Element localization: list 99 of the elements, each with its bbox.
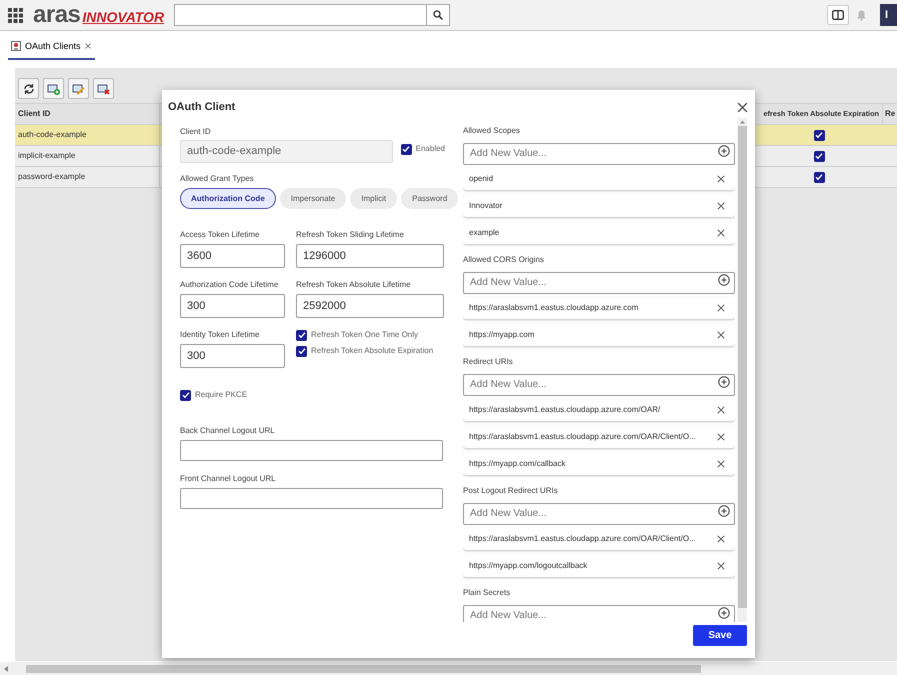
remove-icon[interactable]	[717, 460, 725, 468]
edit-button[interactable]	[68, 78, 89, 99]
scrollbar-thumb[interactable]	[738, 126, 746, 608]
edit-item-icon	[72, 82, 86, 96]
checkbox[interactable]	[296, 330, 307, 340]
field-label: Client ID	[180, 126, 212, 138]
delete-item-icon	[96, 82, 110, 96]
field-label: Refresh Token Absolute Lifetime	[296, 279, 412, 291]
value-text: https://araslabsvm1.eastus.cloudapp.azure.com/OAR/Client/O...	[469, 431, 697, 443]
value-text: Innovator	[469, 200, 504, 212]
remove-icon[interactable]	[717, 175, 725, 183]
section-label: Redirect URIs	[463, 356, 514, 368]
remove-icon[interactable]	[717, 433, 725, 441]
new-button[interactable]	[43, 78, 64, 99]
tab[interactable]: OAuth Clients	[8, 40, 95, 60]
checkbox-label: Refresh Token Absolute Expiration	[311, 345, 434, 357]
value-text: https://araslabsvm1.eastus.cloudapp.azure.com/OAR/	[469, 404, 662, 416]
section-label: Plain Secrets	[463, 587, 512, 599]
add-icon[interactable]	[718, 376, 730, 388]
apps-grid-icon[interactable]	[8, 8, 23, 22]
table-cell: password-example	[15, 167, 160, 187]
grant-type-chip[interactable]: Impersonate	[280, 188, 346, 209]
value-text: https://myapp.com/callback	[469, 458, 566, 470]
add-icon[interactable]	[718, 145, 730, 157]
logo-text: aras	[33, 3, 80, 27]
logo-product-text: INNOVATOR	[82, 10, 164, 24]
remove-icon[interactable]	[717, 406, 725, 414]
section-label: Post Logout Redirect URIs	[463, 485, 559, 497]
add-value-field[interactable]: Add New Value...	[463, 604, 735, 622]
value-text: openid	[469, 173, 494, 185]
field-label: Back Channel Logout URL	[180, 425, 276, 437]
field-label: Refresh Token Sliding Lifetime	[296, 229, 405, 241]
checkbox-label: Refresh Token One Time Only	[311, 329, 418, 341]
field-label: Authorization Code Lifetime	[180, 279, 280, 291]
checkbox-label: Require PKCE	[195, 389, 248, 401]
add-icon[interactable]	[718, 505, 730, 517]
section-label: Allowed CORS Origins	[463, 254, 545, 266]
search-button[interactable]	[427, 4, 450, 26]
split-panel-icon	[832, 10, 844, 20]
grant-type-chip[interactable]: Password	[401, 188, 458, 209]
split-view-button[interactable]	[827, 5, 849, 25]
item-type-icon	[11, 41, 21, 52]
value-text: https://araslabsvm1.eastus.cloudapp.azure.com/OAR/Client/O...	[469, 533, 697, 545]
table-cell: auth-code-example	[15, 125, 160, 145]
value-text: example	[469, 227, 500, 239]
search-field[interactable]	[174, 4, 428, 26]
number-field[interactable]: 300	[180, 294, 285, 318]
remove-icon[interactable]	[717, 562, 725, 570]
checkbox[interactable]	[296, 346, 307, 356]
add-value-field[interactable]: Add New Value...	[463, 142, 735, 164]
remove-icon[interactable]	[717, 202, 725, 210]
table-cell: implicit-example	[15, 146, 160, 166]
checkbox[interactable]	[814, 130, 824, 140]
add-value-field[interactable]: Add New Value...	[463, 502, 735, 524]
remove-icon[interactable]	[717, 304, 725, 312]
value-text: https://myapp.com	[469, 329, 536, 341]
user-avatar[interactable]: I	[880, 4, 897, 26]
add-icon[interactable]	[718, 607, 730, 619]
number-field[interactable]: 300	[180, 344, 285, 368]
number-field[interactable]: 2592000	[296, 294, 444, 318]
field-label: Front Channel Logout URL	[180, 473, 277, 485]
add-value-field[interactable]: Add New Value...	[463, 374, 735, 396]
checkbox[interactable]	[814, 172, 824, 182]
value-text: https://myapp.com/logoutcallback	[469, 560, 588, 572]
number-field[interactable]: 1296000	[296, 244, 444, 268]
close-icon[interactable]	[737, 102, 748, 113]
search-icon	[433, 10, 444, 20]
remove-icon[interactable]	[717, 535, 725, 543]
checkbox[interactable]	[400, 144, 412, 154]
add-value-field[interactable]: Add New Value...	[463, 272, 735, 294]
url-field[interactable]	[180, 440, 443, 461]
remove-icon[interactable]	[717, 229, 725, 237]
field-label: Access Token Lifetime	[180, 229, 260, 241]
refresh-icon	[22, 82, 36, 96]
grant-type-chip[interactable]: Implicit	[350, 188, 398, 209]
column-header[interactable]: Client ID	[15, 104, 160, 124]
scrollbar-thumb[interactable]	[26, 665, 701, 673]
value-text: https://araslabsvm1.eastus.cloudapp.azure.com	[469, 302, 640, 314]
close-icon[interactable]	[84, 43, 91, 50]
client-id-field[interactable]: auth-code-example	[180, 140, 393, 163]
grant-type-chip[interactable]: Authorization Code	[180, 188, 276, 209]
save-button[interactable]: Save	[693, 625, 747, 646]
field-label: Identity Token Lifetime	[180, 329, 260, 341]
delete-button[interactable]	[93, 78, 114, 99]
checkbox-label: Enabled	[416, 143, 445, 155]
dialog-title: OAuth Client	[168, 100, 236, 116]
scroll-left-icon[interactable]	[3, 666, 9, 672]
field-label: Allowed Grant Types	[180, 173, 255, 185]
url-field[interactable]	[180, 488, 443, 509]
section-label: Allowed Scopes	[463, 125, 521, 137]
remove-icon[interactable]	[717, 331, 725, 339]
bell-icon	[857, 10, 866, 20]
checkbox[interactable]	[814, 150, 824, 162]
refresh-button[interactable]	[18, 78, 39, 99]
add-icon[interactable]	[718, 274, 730, 286]
checkbox[interactable]	[180, 390, 191, 400]
column-header[interactable]: Re	[883, 104, 897, 124]
number-field[interactable]: 3600	[180, 244, 285, 268]
add-item-icon	[46, 82, 60, 96]
